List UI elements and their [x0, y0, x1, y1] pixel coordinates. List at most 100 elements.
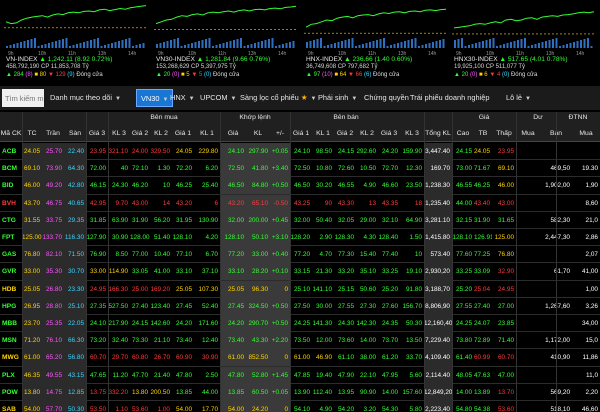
table-row[interactable]: FPT 125.00 133.70 116.30 127.90 30.90 128.00 51…	[0, 229, 600, 247]
symbol-cell[interactable]: HPG	[0, 298, 22, 315]
table-row[interactable]: PLX 46.35 49.55 43.15 47.65 11.20 47.70 21.40 47…	[0, 366, 600, 384]
column-header[interactable]: Giá 1	[290, 130, 312, 137]
table-cell: 27.50	[294, 302, 310, 310]
symbol-cell[interactable]: GAS	[0, 246, 22, 263]
volume-bar	[55, 41, 57, 48]
column-header[interactable]: Cao	[452, 130, 474, 137]
table-cell: 47.95	[382, 371, 398, 379]
column-header[interactable]: Trần	[42, 130, 64, 137]
search-input[interactable]	[2, 89, 44, 107]
symbol-cell[interactable]: MSN	[0, 332, 22, 349]
tab-vn30[interactable]: VN30 ▼	[136, 89, 174, 107]
volume-bar	[23, 41, 26, 48]
volume-bar	[341, 41, 343, 48]
column-header[interactable]: KL 1	[194, 130, 220, 137]
column-header[interactable]: Giá 3	[378, 130, 400, 137]
unchanged-count: 64	[339, 72, 347, 78]
table-cell: 46.55	[338, 182, 354, 190]
index-line	[155, 5, 297, 25]
column-header[interactable]: Mã CK	[0, 130, 22, 137]
tab-upcom[interactable]: UPCOM ▼	[200, 89, 236, 107]
decliners-count: 129	[55, 72, 66, 78]
column-header[interactable]: KL 2	[150, 130, 172, 137]
table-cell: -0.50	[270, 194, 290, 212]
table-cell: 25.05	[220, 280, 246, 298]
column-header[interactable]: Mua	[516, 130, 540, 137]
column-header[interactable]: KL 3	[400, 130, 424, 137]
table-row[interactable]: MSN 71.20 76.10 66.30 73.20 32.40 73.30 21.10 73…	[0, 332, 600, 350]
table-cell: 43.40	[474, 199, 490, 207]
column-header[interactable]: Giá 2	[130, 130, 150, 137]
table-cell: 130.90	[198, 216, 218, 224]
table-cell: +0.50	[270, 315, 290, 332]
derivatives-button[interactable]: Phái sinh ▼	[318, 89, 357, 107]
symbol-cell[interactable]: BCM	[0, 160, 22, 177]
symbol-cell[interactable]: HDB	[0, 281, 22, 298]
table-row[interactable]: ACB 24.05 25.70 22.40 23.95 321.10 24.00 329.50…	[0, 143, 600, 161]
volume-bar	[435, 41, 438, 48]
market-status: Đóng cửa	[212, 72, 240, 78]
table-row[interactable]: SAB 54.00 57.70 50.30 53.50 1.10 53.60 1.00 54.0…	[0, 401, 600, 412]
table-cell: 21.30	[316, 268, 332, 276]
index-panel[interactable]: 9h 10h 11h 13h 14h HNX30-INDEX ▲ 517.65 (4.0…	[450, 0, 598, 82]
table-cell: 43.35	[382, 199, 398, 207]
volume-bar	[461, 38, 463, 48]
symbol-cell[interactable]: MBB	[0, 315, 22, 332]
table-row[interactable]: POW 13.80 14.75 12.85 13.75 332.20 13.80 200.50…	[0, 383, 600, 401]
table-cell: 2,223,40	[424, 401, 452, 412]
symbol-cell[interactable]: FPT	[0, 229, 22, 246]
symbol-cell[interactable]: PLX	[0, 367, 22, 384]
table-cell: 43.30	[246, 332, 270, 350]
screener-button[interactable]: Sàng lọc cổ phiếu ★ ▼	[240, 89, 316, 107]
index-panel[interactable]: 9h 10h 11h 13h 14h HNX-INDEX ▲ 236.66 (1.40 …	[302, 0, 450, 82]
volume-bar	[268, 39, 270, 48]
table-row[interactable]: GVR 33.00 35.30 30.70 33.00 114.90 33.05 41.00 3…	[0, 263, 600, 281]
column-header[interactable]: KL 3	[108, 130, 130, 137]
symbol-cell[interactable]: BVH	[0, 195, 22, 212]
table-cell: 61.00	[220, 349, 246, 367]
column-header[interactable]: Giá 2	[334, 130, 356, 137]
table-cell: 200.00	[246, 211, 270, 229]
table-row[interactable]: CTG 31.55 33.75 29.35 31.85 63.90 31.90 56.20 31…	[0, 211, 600, 229]
symbol-cell[interactable]: CTG	[0, 212, 22, 229]
table-row[interactable]: HPG 26.95 28.80 25.10 27.35 527.50 27.40 123.40…	[0, 297, 600, 315]
column-header[interactable]: TC	[22, 130, 42, 137]
column-header[interactable]: TB	[474, 130, 492, 137]
column-header[interactable]: Giá	[220, 130, 246, 137]
table-row[interactable]: BCM 69.10 73.90 64.30 72.00 40 72.10 1.30 72.20 6…	[0, 160, 600, 178]
odd-lot-button[interactable]: Lô lẻ ▼	[506, 89, 531, 107]
index-panel[interactable]: 9h 10h 11h 13h 14h VN30-INDEX ▲ 1,281.84 (9.…	[152, 0, 300, 82]
column-header[interactable]: Tổng KL	[424, 130, 452, 137]
table-row[interactable]: MWG 61.00 65.20 56.80 60.70 29.70 60.80 26.70 60…	[0, 349, 600, 367]
table-row[interactable]: BID 46.00 49.20 42.80 46.15 24.30 46.20 10 46.25…	[0, 177, 600, 195]
column-header[interactable]: KL 2	[356, 130, 378, 137]
symbol-cell[interactable]: POW	[0, 384, 22, 401]
warrants-button[interactable]: Chứng quyền	[364, 89, 409, 107]
table-row[interactable]: HDB 25.05 26.80 23.30 24.95 166.30 25.00 169.20…	[0, 280, 600, 298]
symbol-cell[interactable]: BID	[0, 177, 22, 194]
column-header[interactable]: +/-	[270, 130, 290, 137]
symbol-cell[interactable]: GVR	[0, 263, 22, 280]
symbol-cell[interactable]: MWG	[0, 349, 22, 366]
column-header[interactable]: Sàn	[64, 130, 86, 137]
table-cell: 96.30	[246, 280, 270, 298]
watchlist-dropdown[interactable]: Danh mục theo dõi ▼	[50, 89, 121, 107]
index-panel[interactable]: 9h 10h 11h 13h 14h VN-INDEX ▲ 1,242.11 (8.92…	[2, 0, 150, 82]
tab-hnx[interactable]: HNX ▼	[170, 89, 195, 107]
column-header[interactable]: KL	[246, 130, 270, 137]
symbol-cell[interactable]: SAB	[0, 401, 22, 412]
bonds-button[interactable]: Trái phiếu doanh nghiệp	[410, 89, 489, 107]
table-row[interactable]: GAS 76.80 82.10 71.50 76.90 8.50 77.00 10.40 77.…	[0, 246, 600, 264]
table-row[interactable]: MBB 23.70 25.35 22.05 24.10 217.90 24.15 142.60…	[0, 315, 600, 333]
table-cell: 6.70	[205, 251, 218, 259]
column-header[interactable]: KL 1	[312, 130, 334, 137]
column-header[interactable]: Giá 3	[86, 130, 108, 137]
table-row[interactable]: BVH 43.70 46.75 40.65 42.95 9.70 43.00 14 43.20 6…	[0, 194, 600, 212]
column-header[interactable]: Mua	[572, 130, 600, 137]
column-header[interactable]: Thấp	[492, 130, 516, 137]
symbol-cell[interactable]: ACB	[0, 143, 22, 160]
column-header[interactable]: Giá 1	[172, 130, 194, 137]
index-breadth: ▲ 20 (0) ■ 5 ▼ 5 (0) Đóng cửa	[156, 72, 239, 78]
table-cell: 24.15	[132, 320, 148, 327]
table-cell: 2,114.40	[424, 366, 452, 384]
